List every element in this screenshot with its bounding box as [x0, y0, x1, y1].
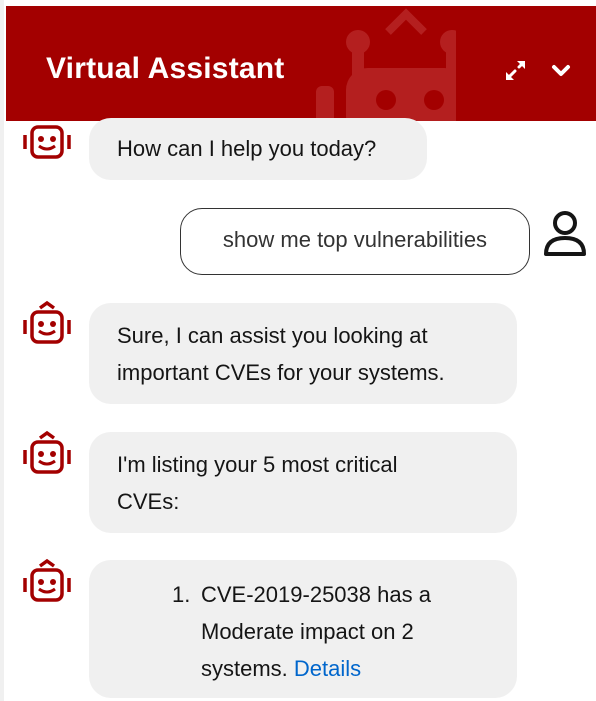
collapse-button[interactable] [546, 56, 576, 86]
header-title: Virtual Assistant [46, 52, 285, 85]
bot-avatar-icon [23, 125, 71, 159]
expand-button[interactable] [500, 56, 530, 86]
bot-avatar-icon [23, 300, 71, 344]
chat-header: Virtual Assistant [6, 6, 596, 121]
message-text: Sure, I can assist you looking at [117, 323, 428, 348]
details-link[interactable]: Details [294, 656, 361, 681]
message-text: important CVEs for your systems. [117, 360, 445, 385]
bot-message: 1. CVE-2019-25038 has a Moderate impact … [89, 560, 517, 698]
user-avatar-icon [544, 211, 586, 256]
bot-avatar-icon [23, 558, 71, 602]
bot-message: I'm listing your 5 most critical CVEs: [89, 432, 517, 533]
message-text: CVEs: [117, 489, 180, 514]
chevron-down-icon [552, 65, 570, 76]
left-edge [0, 0, 4, 701]
bot-avatar-icon [23, 430, 71, 474]
user-message: show me top vulnerabilities [180, 208, 530, 275]
message-text: Moderate impact on 2 [201, 619, 414, 644]
expand-icon [506, 61, 525, 80]
robot-watermark-icon [316, 8, 456, 121]
message-text: I'm listing your 5 most critical [117, 452, 398, 477]
message-text: CVE-2019-25038 has a [201, 582, 431, 607]
message-text: systems. [201, 656, 288, 681]
message-line: systems. Details [175, 650, 497, 687]
bot-message: How can I help you today? [89, 118, 427, 180]
list-number: 1. [172, 582, 191, 607]
message-text: How can I help you today? [117, 136, 377, 161]
bot-message: Sure, I can assist you looking at import… [89, 303, 517, 404]
